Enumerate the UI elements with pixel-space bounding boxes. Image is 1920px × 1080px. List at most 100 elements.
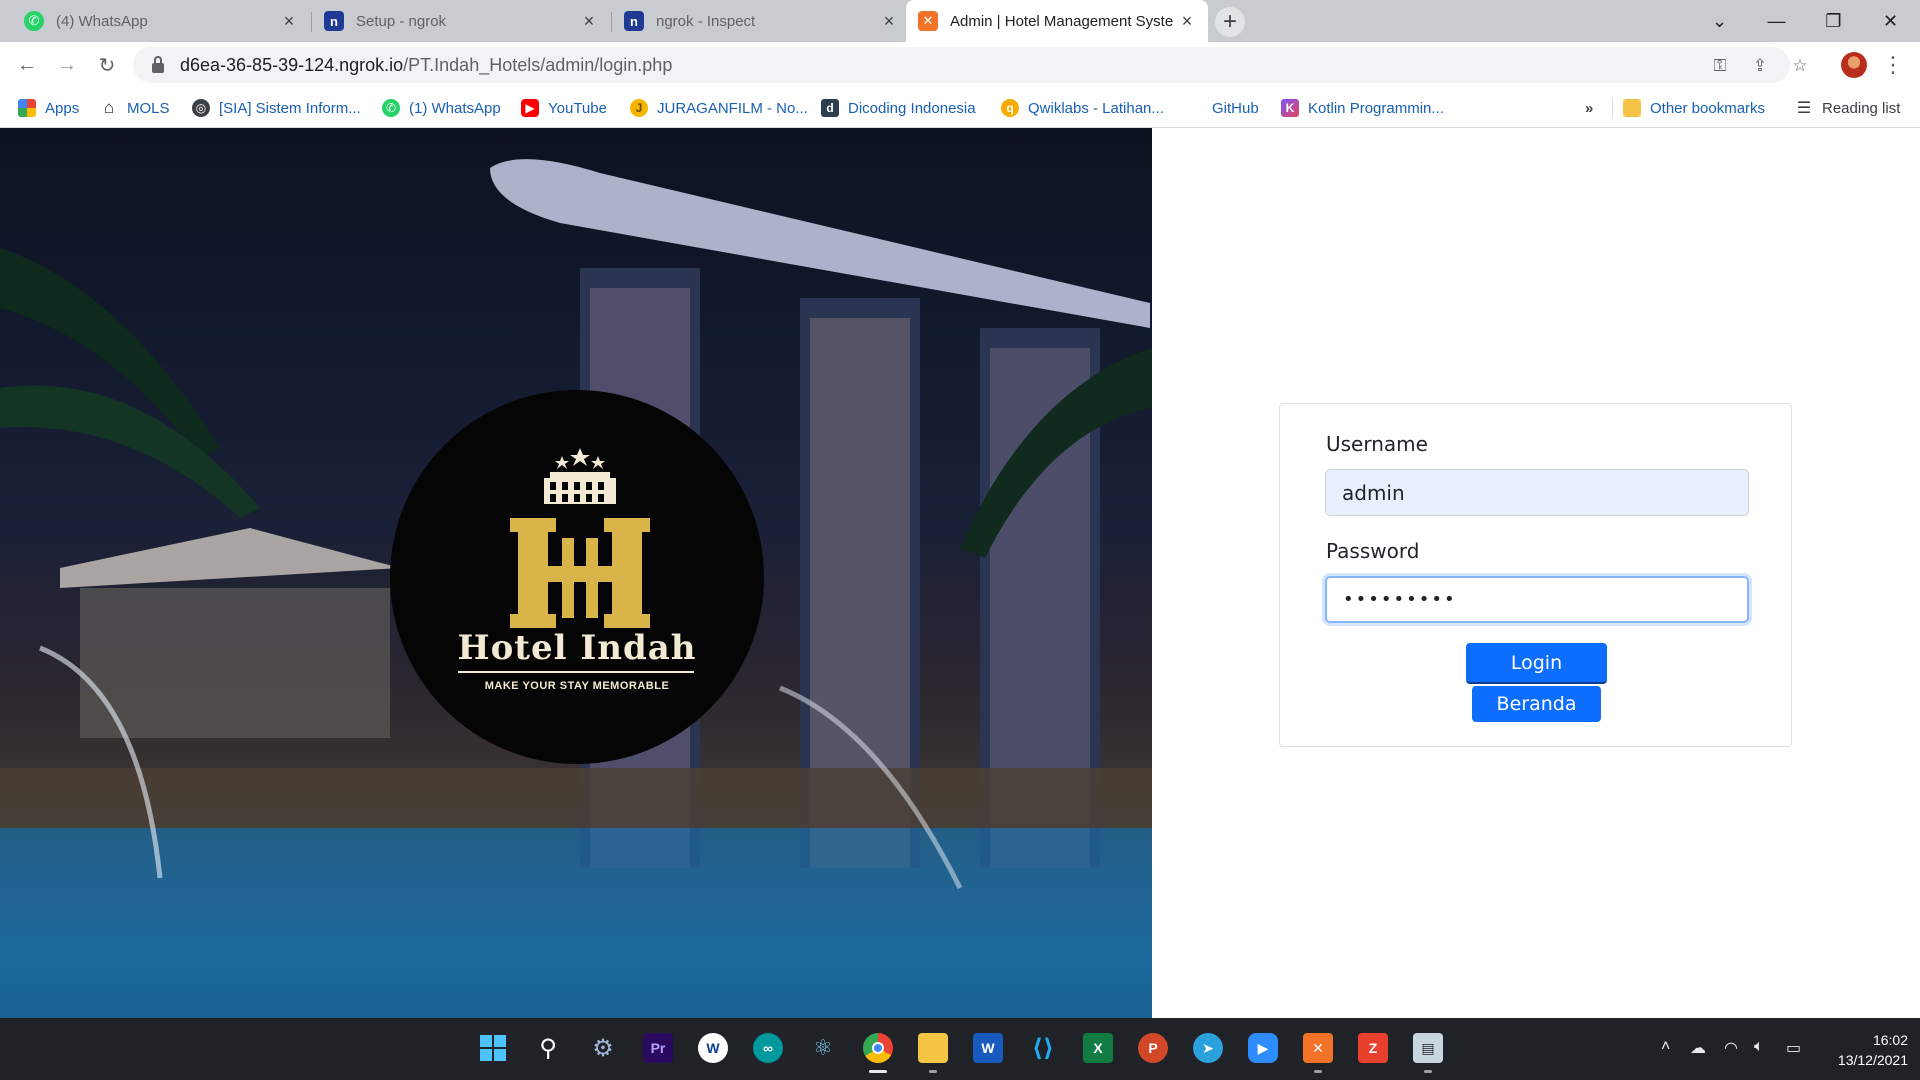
bookmark-label: Dicoding Indonesia [848,99,976,117]
forward-button[interactable]: → [52,50,82,80]
close-icon: ✕ [1882,10,1899,31]
hotel-tagline: MAKE YOUR STAY MEMORABLE [484,680,670,692]
login-button[interactable]: Login [1466,643,1607,684]
app-w-icon: W [706,1040,720,1056]
taskbar-xampp[interactable]: ✕ [1303,1033,1333,1063]
taskbar-vscode[interactable]: ⟨⟩ [1028,1033,1058,1063]
profile-avatar[interactable] [1841,52,1867,78]
tab-whatsapp[interactable]: ✆ (4) WhatsApp × [12,0,310,42]
reload-button[interactable]: ↻ [92,50,122,80]
apps-grid-icon [18,99,36,117]
bookmarks-overflow-button[interactable]: » [1585,97,1593,119]
browser-menu-button[interactable]: ⋮ [1882,50,1904,80]
back-button[interactable]: ← [12,50,42,80]
bookmark-mols[interactable]: ⌂ MOLS [100,97,170,119]
tab-admin-hotel[interactable]: ✕ Admin | Hotel Management Syste × [906,0,1208,42]
taskbar-premiere[interactable]: Pr [643,1033,673,1063]
volume-icon[interactable]: 🔈︎ [1754,1038,1764,1056]
taskbar-arduino[interactable]: ∞ [753,1033,783,1063]
new-tab-button[interactable]: + [1215,7,1245,37]
wifi-icon[interactable]: ◠ [1724,1038,1738,1058]
battery-icon[interactable]: ▭ [1786,1038,1801,1058]
taskbar-terminal[interactable]: ▤ [1413,1033,1443,1063]
taskbar-chrome[interactable] [863,1033,893,1063]
premiere-icon: Pr [650,1040,666,1056]
pool-water [0,828,1152,1018]
close-icon[interactable]: × [280,11,298,32]
close-icon[interactable]: × [1178,11,1196,32]
bookmark-label: JURAGANFILM - No... [657,99,808,117]
bookmark-other-bookmarks[interactable]: Other bookmarks [1623,97,1765,119]
restore-icon: ❐ [1825,10,1842,31]
taskbar-powerpoint[interactable]: P [1138,1033,1168,1063]
bookmark-whatsapp[interactable]: ✆ (1) WhatsApp [382,97,501,119]
tab-title: Admin | Hotel Management Syste [950,12,1174,30]
running-indicator [1314,1070,1322,1073]
cloud-icon[interactable]: ☁ [1690,1038,1706,1058]
tab-search-button[interactable]: ⌄ [1691,0,1748,42]
taskbar-zoom[interactable]: ▶ [1248,1033,1278,1063]
bookmark-youtube[interactable]: ▶ YouTube [521,97,607,119]
chevron-up-icon[interactable]: ˄ [1661,1038,1670,1056]
running-indicator [929,1070,937,1073]
system-clock[interactable]: 16:02 13/12/2021 [1818,1030,1908,1070]
bookmark-juraganfilm[interactable]: J JURAGANFILM - No... [630,97,808,119]
reading-list-button[interactable]: ☰ Reading list [1795,97,1901,119]
monogram-h-icon [510,518,650,628]
windows-taskbar: ⚲ ⚙ Pr W ∞ ⚛ W ⟨⟩ X P ➤ ▶ ✕ Z ▤ ˄ ☁ ◠ 🔈︎… [0,1018,1920,1080]
lock-icon[interactable] [152,56,164,73]
star-icon[interactable]: ☆ [1789,55,1811,77]
taskbar-app-w[interactable]: W [698,1033,728,1063]
bookmark-sia[interactable]: ◎ [SIA] Sistem Inform... [192,97,361,119]
username-input[interactable] [1325,469,1749,516]
taskbar-filezilla[interactable]: Z [1358,1033,1388,1063]
folder-icon [1623,99,1641,117]
search-icon: ⚲ [539,1034,557,1062]
telegram-icon: ➤ [1202,1039,1214,1056]
tab-title: (4) WhatsApp [56,12,148,30]
dicoding-icon: d [821,99,839,117]
password-input[interactable] [1325,576,1749,623]
beranda-button[interactable]: Beranda [1472,686,1601,722]
minimize-button[interactable]: — [1748,0,1805,42]
youtube-icon: ▶ [521,99,539,117]
close-window-button[interactable]: ✕ [1862,0,1919,42]
bookmark-label: Kotlin Programmin... [1308,99,1444,117]
bookmark-label: GitHub [1212,99,1259,117]
taskbar-atom[interactable]: ⚛ [808,1033,838,1063]
bookmark-label: Qwiklabs - Latihan... [1028,99,1164,117]
taskbar-settings[interactable]: ⚙ [588,1033,618,1063]
tab-ngrok-inspect[interactable]: n ngrok - Inspect × [612,0,910,42]
bookmark-kotlin[interactable]: K Kotlin Programmin... [1281,97,1444,119]
running-indicator [1424,1070,1432,1073]
bookmark-github[interactable]: GitHub [1185,97,1259,119]
address-bar[interactable]: d6ea-36-85-39-124.ngrok.io/PT.Indah_Hote… [133,47,1808,83]
restore-button[interactable]: ❐ [1805,0,1862,42]
excel-icon: X [1093,1040,1103,1056]
bookmark-dicoding[interactable]: d Dicoding Indonesia [821,97,976,119]
cabana-roof [60,528,400,588]
start-button[interactable] [478,1033,508,1063]
home-icon: ⌂ [103,98,115,117]
taskbar-word[interactable]: W [973,1033,1003,1063]
search-button[interactable]: ⚲ [533,1033,563,1063]
taskbar-excel[interactable]: X [1083,1033,1113,1063]
share-icon[interactable]: ⇪ [1749,55,1771,77]
tab-setup-ngrok[interactable]: n Setup - ngrok × [312,0,610,42]
pool-edge [0,768,1152,828]
bookmark-apps[interactable]: Apps [18,97,79,119]
taskbar-file-explorer[interactable] [918,1033,948,1063]
key-icon[interactable]: ⚿ [1709,55,1731,77]
tab-title: Setup - ngrok [356,12,447,30]
arduino-icon: ∞ [763,1040,773,1056]
url-text[interactable]: d6ea-36-85-39-124.ngrok.io/PT.Indah_Hote… [180,55,672,76]
taskbar-telegram[interactable]: ➤ [1193,1033,1223,1063]
bookmark-qwiklabs[interactable]: q Qwiklabs - Latihan... [1001,97,1164,119]
close-icon[interactable]: × [580,11,598,32]
cabana-body [80,588,390,738]
close-icon[interactable]: × [880,11,898,32]
terminal-icon: ▤ [1421,1039,1435,1056]
qwiklabs-icon: q [1001,99,1019,117]
github-icon [1185,99,1203,117]
clock-time: 16:02 [1872,1032,1908,1048]
